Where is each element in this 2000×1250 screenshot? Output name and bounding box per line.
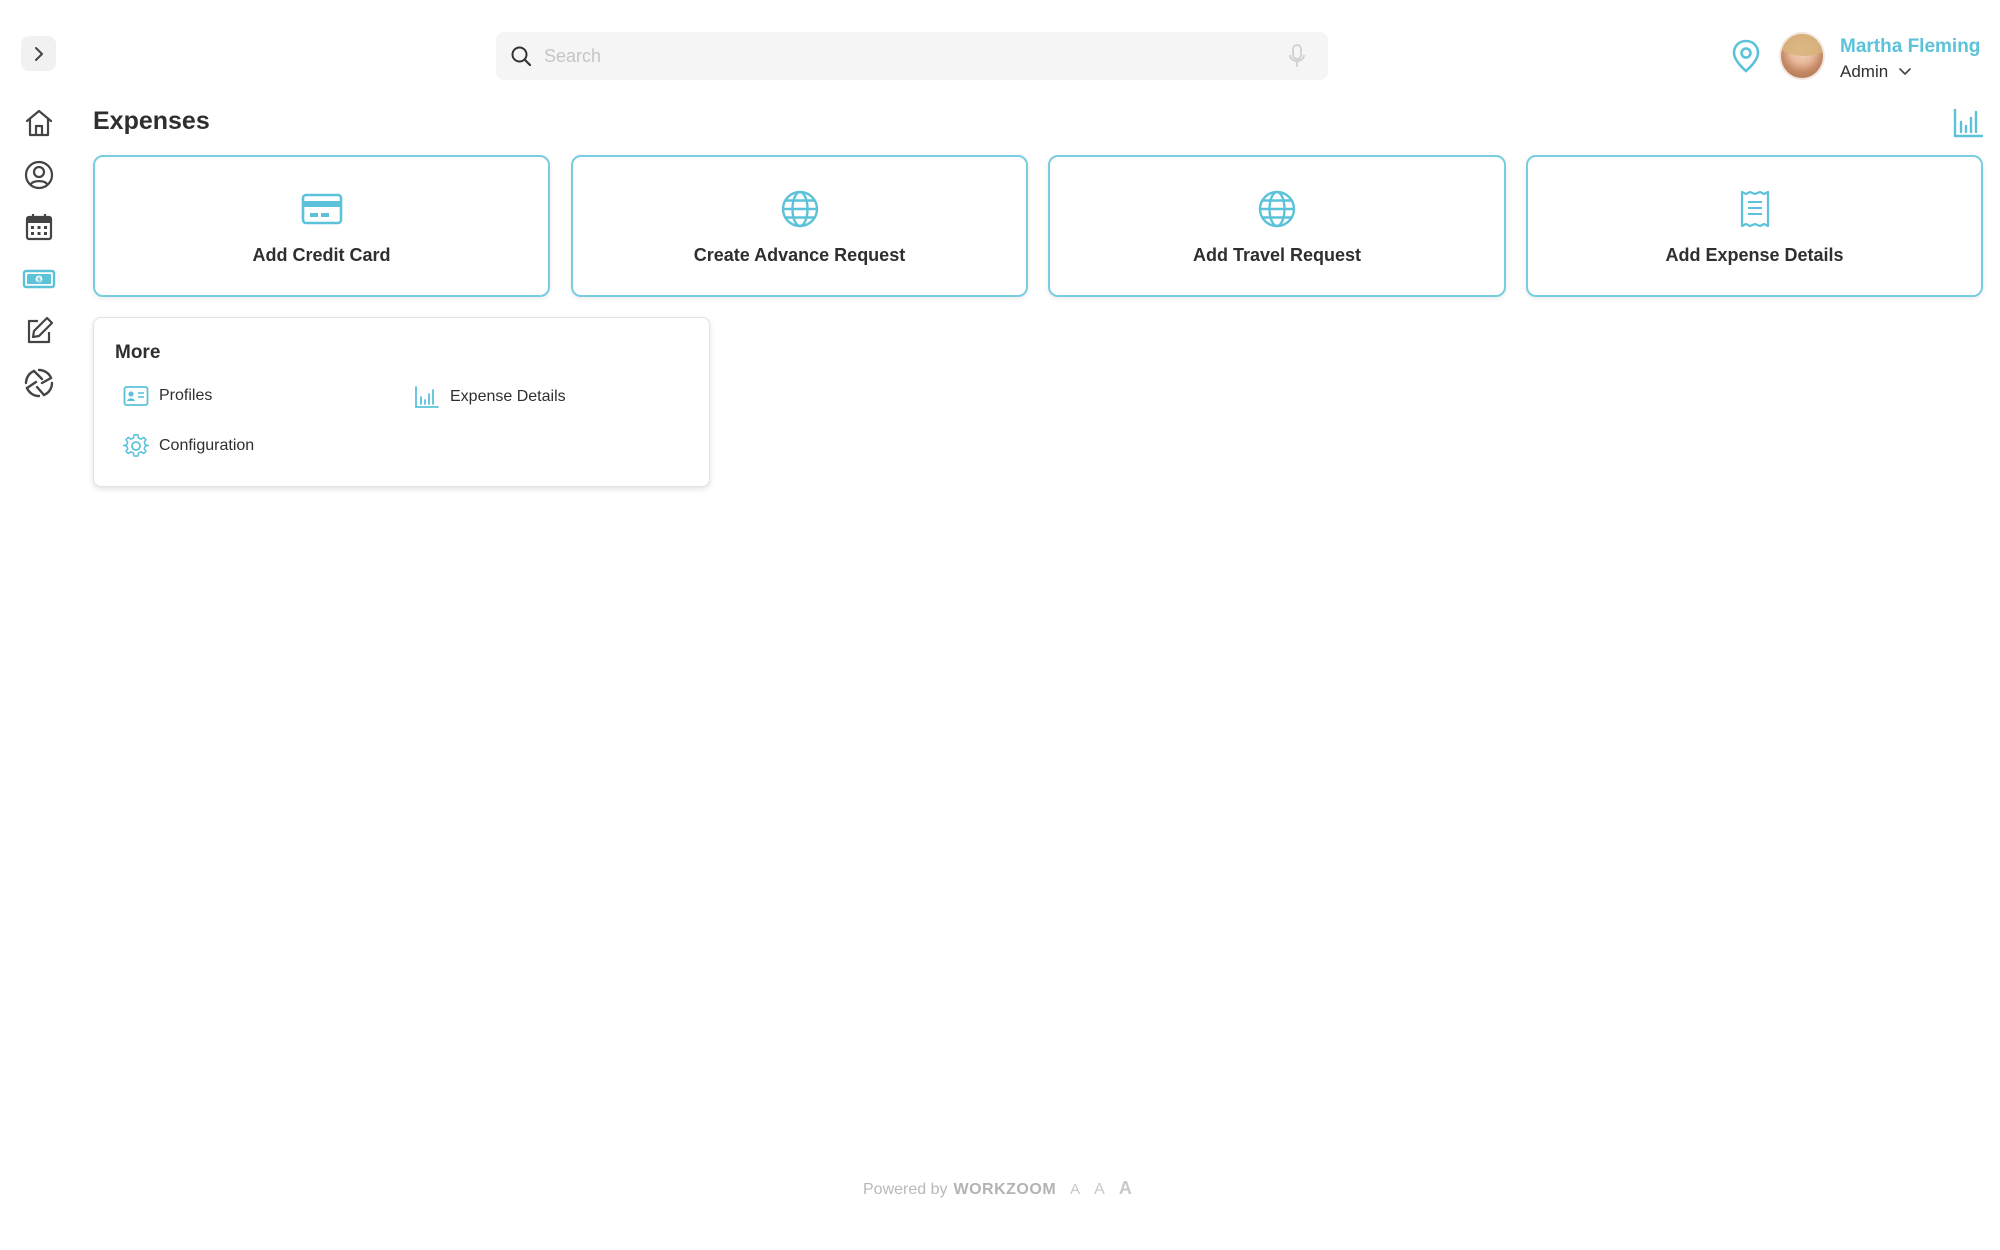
footer: Powered by WORKZOOM A A A	[863, 1178, 1132, 1199]
user-role-dropdown[interactable]: Admin	[1840, 62, 1912, 82]
font-size-large-button[interactable]: A	[1119, 1178, 1132, 1199]
microphone-icon[interactable]	[1288, 43, 1306, 69]
create-advance-request-button[interactable]: Create Advance Request	[571, 155, 1028, 297]
sidebar-toggle-button[interactable]	[21, 36, 56, 71]
gear-icon	[123, 434, 149, 457]
search-icon	[511, 46, 532, 67]
user-name[interactable]: Martha Fleming	[1840, 36, 1980, 58]
user-circle-icon	[24, 160, 54, 190]
edit-icon	[27, 316, 54, 344]
card-label: Add Credit Card	[252, 245, 391, 265]
card-label: Add Travel Request	[1192, 245, 1362, 265]
globe-icon	[778, 189, 822, 229]
sidebar-item-calendar[interactable]	[20, 208, 58, 246]
sidebar-item-expenses[interactable]: $	[20, 260, 58, 298]
avatar[interactable]	[1779, 32, 1825, 80]
sidebar-item-profile[interactable]	[20, 156, 58, 194]
home-icon	[25, 109, 53, 137]
globe-icon	[1255, 189, 1299, 229]
sidebar-item-home[interactable]	[20, 104, 58, 142]
more-item-label: Configuration	[159, 437, 255, 454]
search-bar	[496, 32, 1328, 80]
font-size-small-button[interactable]: A	[1070, 1181, 1080, 1198]
powered-by-text: Powered by	[863, 1181, 948, 1198]
chevron-down-icon	[1899, 68, 1911, 75]
aperture-icon	[24, 368, 54, 398]
more-item-label: Profiles	[159, 387, 213, 404]
chevron-right-icon	[34, 46, 43, 61]
more-title: More	[115, 342, 161, 363]
more-panel: More Profiles Expense Details Configurat…	[93, 317, 710, 487]
more-item-label: Expense Details	[450, 388, 566, 405]
credit-card-icon	[300, 189, 344, 229]
add-travel-request-button[interactable]: Add Travel Request	[1048, 155, 1506, 297]
bar-chart-icon	[415, 386, 439, 408]
search-input[interactable]	[532, 32, 1288, 80]
money-icon: $	[22, 269, 56, 289]
more-item-expense-details[interactable]: Expense Details	[414, 385, 566, 409]
font-size-medium-button[interactable]: A	[1094, 1181, 1105, 1199]
bar-chart-icon[interactable]	[1951, 106, 1985, 140]
id-card-icon	[123, 386, 149, 406]
more-item-profiles[interactable]: Profiles	[123, 385, 212, 407]
add-credit-card-button[interactable]: Add Credit Card	[93, 155, 550, 297]
svg-text:$: $	[37, 276, 42, 284]
location-pin-icon[interactable]	[1730, 38, 1762, 74]
receipt-icon	[1733, 189, 1777, 229]
add-expense-details-button[interactable]: Add Expense Details	[1526, 155, 1983, 297]
card-label: Create Advance Request	[693, 245, 906, 265]
sidebar: $	[0, 0, 78, 1250]
card-label: Add Expense Details	[1665, 245, 1844, 265]
user-role-label: Admin	[1840, 62, 1889, 81]
sidebar-item-sync[interactable]	[20, 364, 58, 402]
brand-logo-text: WORKZOOM	[953, 1181, 1057, 1198]
calendar-icon	[25, 214, 53, 241]
more-item-configuration[interactable]: Configuration	[123, 433, 254, 459]
page-title: Expenses	[93, 107, 210, 135]
sidebar-item-edit[interactable]	[20, 312, 58, 350]
avatar-hair	[1781, 34, 1823, 56]
